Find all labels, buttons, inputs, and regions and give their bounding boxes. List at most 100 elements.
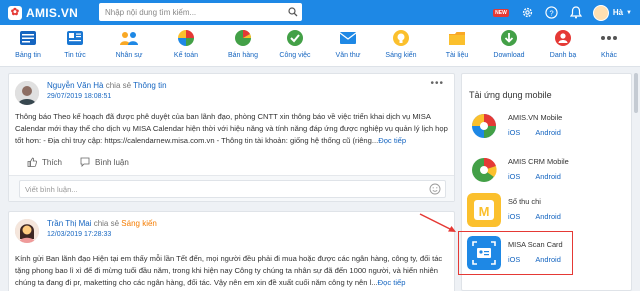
ios-link[interactable]: iOS <box>508 172 520 181</box>
sales-icon <box>233 28 253 48</box>
app-label: Download <box>493 52 525 59</box>
comment-area: Viết bình luận... <box>9 175 454 201</box>
post-body: Kính gửi Ban lãnh đạo Hiện tại em thấy m… <box>15 253 451 289</box>
mail-icon <box>338 28 358 48</box>
search-icon[interactable] <box>284 3 302 21</box>
top-bar: ✿ AMIS.VN Nhập nội dung tìm kiếm... NEW … <box>0 0 640 25</box>
app-khac[interactable]: Khác <box>584 28 634 59</box>
comment-icon <box>80 157 90 167</box>
mobile-app-item: M Sổ thu chi iOS Android <box>467 193 627 233</box>
folder-icon <box>447 28 467 48</box>
svg-text:M: M <box>479 204 490 219</box>
share-text: chia sẻ <box>93 219 120 228</box>
app-name: AMIS.VN Mobile <box>508 113 563 122</box>
thumbs-up-icon <box>27 157 37 167</box>
app-bar: Bảng tin Tin tức Nhân sự Kế toán Bán hàn… <box>0 25 640 67</box>
chevron-down-icon[interactable]: ▼ <box>626 10 632 16</box>
emoji-icon[interactable] <box>429 183 441 197</box>
logo-text: AMIS.VN <box>26 5 79 20</box>
app-name: AMIS CRM Mobile <box>508 157 569 166</box>
svg-text:?: ? <box>550 8 554 17</box>
new-badge[interactable]: NEW <box>493 8 509 17</box>
news-feed: Nguyễn Văn Hà chia sẻ Thông tin 29/07/20… <box>8 73 455 291</box>
task-check-icon <box>285 28 305 48</box>
app-label: Khác <box>601 52 617 59</box>
download-icon <box>499 28 519 48</box>
more-icon <box>599 28 619 48</box>
annotation-arrow-icon <box>419 213 456 232</box>
post-card: Nguyễn Văn Hà chia sẻ Thông tin 29/07/20… <box>8 73 455 202</box>
app-download[interactable]: Download <box>484 28 534 59</box>
panel-title: Tải ứng dụng mobile <box>469 90 552 100</box>
post-author[interactable]: Trần Thị Mai <box>47 219 91 228</box>
app-sang-kien[interactable]: Sáng kiến <box>376 28 426 59</box>
user-name[interactable]: Hà <box>613 8 623 17</box>
post-date[interactable]: 29/07/2019 18:08:51 <box>47 93 167 100</box>
like-button[interactable]: Thích <box>27 157 62 167</box>
app-label: Tài liệu <box>445 52 469 59</box>
logo[interactable]: ✿ AMIS.VN <box>8 5 79 20</box>
app-van-thu[interactable]: Văn thư <box>323 28 373 59</box>
app-label: Bán hàng <box>228 52 258 59</box>
amis-crm-icon <box>467 153 501 187</box>
ios-link[interactable]: iOS <box>508 128 520 137</box>
app-label: Nhân sự <box>115 52 143 59</box>
app-label: Kế toán <box>173 52 199 59</box>
author-avatar[interactable] <box>15 219 39 243</box>
app-tai-lieu[interactable]: Tài liệu <box>432 28 482 59</box>
app-label: Văn thư <box>335 52 361 59</box>
android-link[interactable]: Android <box>535 128 560 137</box>
ios-link[interactable]: iOS <box>508 212 520 221</box>
android-link[interactable]: Android <box>535 172 560 181</box>
android-link[interactable]: Android <box>535 212 560 221</box>
accounting-icon <box>176 28 196 48</box>
help-icon[interactable]: ? <box>545 6 559 20</box>
read-more-link[interactable]: Đọc tiếp <box>378 278 406 287</box>
app-nhan-su[interactable]: Nhân sự <box>104 28 154 59</box>
more-options-icon[interactable]: ••• <box>430 78 444 89</box>
app-label: Danh bạ <box>549 52 577 59</box>
app-ke-toan[interactable]: Kế toán <box>161 28 211 59</box>
app-cong-viec[interactable]: Công việc <box>270 28 320 59</box>
comment-placeholder: Viết bình luận... <box>25 185 78 194</box>
app-bang-tin[interactable]: Bảng tin <box>3 28 53 59</box>
amis-mobile-icon <box>467 109 501 143</box>
search-input[interactable]: Nhập nội dung tìm kiếm... <box>99 3 302 21</box>
search-placeholder: Nhập nội dung tìm kiếm... <box>105 7 197 17</box>
so-thu-chi-icon: M <box>467 193 501 227</box>
contacts-icon <box>553 28 573 48</box>
news-icon <box>65 28 85 48</box>
read-more-link[interactable]: Đọc tiếp <box>378 136 406 145</box>
comment-label: Bình luận <box>95 157 129 167</box>
highlight-box <box>458 231 573 275</box>
app-label: Sáng kiến <box>385 52 417 59</box>
app-ban-hang[interactable]: Bán hàng <box>218 28 268 59</box>
comment-input[interactable]: Viết bình luận... <box>19 180 446 198</box>
post-topic[interactable]: Thông tin <box>133 81 166 90</box>
like-label: Thích <box>42 157 63 167</box>
mobile-app-item: AMIS.VN Mobile iOS Android <box>467 109 627 149</box>
notification-bell-icon[interactable] <box>569 6 583 20</box>
author-avatar[interactable] <box>15 81 39 105</box>
amis-logo-icon: ✿ <box>8 5 22 20</box>
app-label: Công việc <box>279 52 311 59</box>
post-author[interactable]: Nguyễn Văn Hà <box>47 81 103 90</box>
post-topic[interactable]: Sáng kiến <box>121 219 157 228</box>
app-danh-ba[interactable]: Danh bạ <box>538 28 588 59</box>
mobile-app-item: AMIS CRM Mobile iOS Android <box>467 153 627 193</box>
avatar[interactable] <box>592 4 609 21</box>
post-body: Thông báo Theo kế hoạch đã được phê duyệ… <box>15 111 451 147</box>
post-date[interactable]: 12/03/2019 17:28:33 <box>47 231 157 238</box>
settings-icon[interactable] <box>521 6 535 20</box>
app-label: Tin tức <box>64 52 86 59</box>
comment-button[interactable]: Bình luận <box>80 157 129 167</box>
post-card: Trần Thị Mai chia sẻ Sáng kiến 12/03/201… <box>8 211 455 291</box>
scrollbar[interactable] <box>634 73 638 113</box>
app-tin-tuc[interactable]: Tin tức <box>50 28 100 59</box>
idea-icon <box>391 28 411 48</box>
share-text: chia sẻ <box>105 81 132 90</box>
app-name: Sổ thu chi <box>508 197 541 206</box>
newsfeed-icon <box>18 28 38 48</box>
app-label: Bảng tin <box>15 52 41 59</box>
people-icon <box>119 28 139 48</box>
